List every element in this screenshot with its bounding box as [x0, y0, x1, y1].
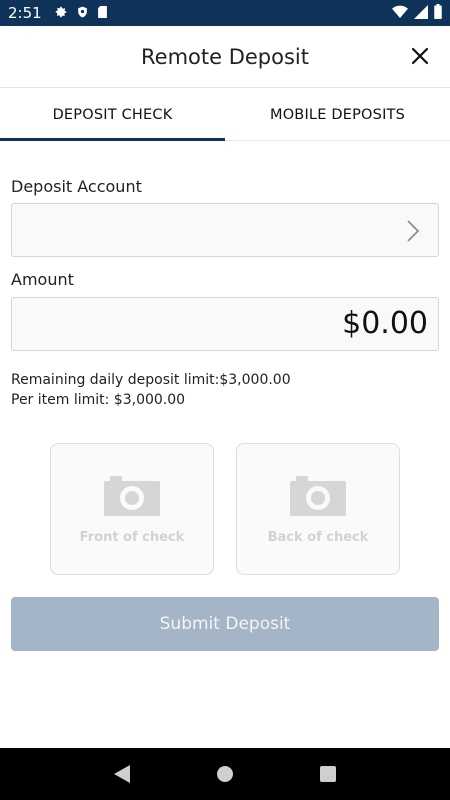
front-of-check-button[interactable]: Front of check — [50, 443, 214, 575]
amount-input[interactable]: $0.00 — [11, 297, 439, 351]
sd-card-icon — [97, 4, 108, 23]
item-limit-text: Per item limit: $3,000.00 — [11, 392, 186, 408]
amount-value: $0.00 — [342, 306, 428, 341]
settings-gear-icon — [54, 4, 68, 23]
app-bar: Remote Deposit — [0, 26, 450, 88]
shield-icon — [76, 4, 89, 23]
page-title: Remote Deposit — [141, 44, 309, 69]
battery-icon — [434, 3, 442, 23]
status-bar: 2:51 — [0, 0, 450, 26]
cell-signal-icon — [414, 4, 428, 23]
tab-deposit-check[interactable]: DEPOSIT CHECK — [0, 89, 225, 141]
deposit-account-label: Deposit Account — [11, 177, 142, 196]
system-nav-bar — [0, 748, 450, 800]
camera-icon — [104, 476, 160, 516]
front-of-check-label: Front of check — [79, 530, 185, 545]
wifi-icon — [392, 4, 408, 23]
tab-mobile-deposits[interactable]: MOBILE DEPOSITS — [225, 89, 450, 140]
deposit-account-selector[interactable] — [11, 203, 439, 257]
back-icon[interactable] — [112, 764, 132, 784]
chevron-right-icon — [406, 219, 420, 243]
home-icon[interactable] — [215, 764, 235, 784]
deposit-limits: Remaining daily deposit limit:$3,000.00 … — [11, 370, 291, 410]
back-of-check-button[interactable]: Back of check — [236, 443, 400, 575]
status-time: 2:51 — [8, 4, 42, 22]
back-of-check-label: Back of check — [267, 530, 369, 545]
submit-deposit-button[interactable]: Submit Deposit — [11, 597, 439, 651]
camera-icon — [290, 476, 346, 516]
amount-label: Amount — [11, 270, 74, 289]
daily-limit-text: Remaining daily deposit limit:$3,000.00 — [11, 372, 291, 388]
tab-bar: DEPOSIT CHECK MOBILE DEPOSITS — [0, 89, 450, 141]
recents-icon[interactable] — [318, 764, 338, 784]
close-icon[interactable] — [408, 44, 432, 68]
